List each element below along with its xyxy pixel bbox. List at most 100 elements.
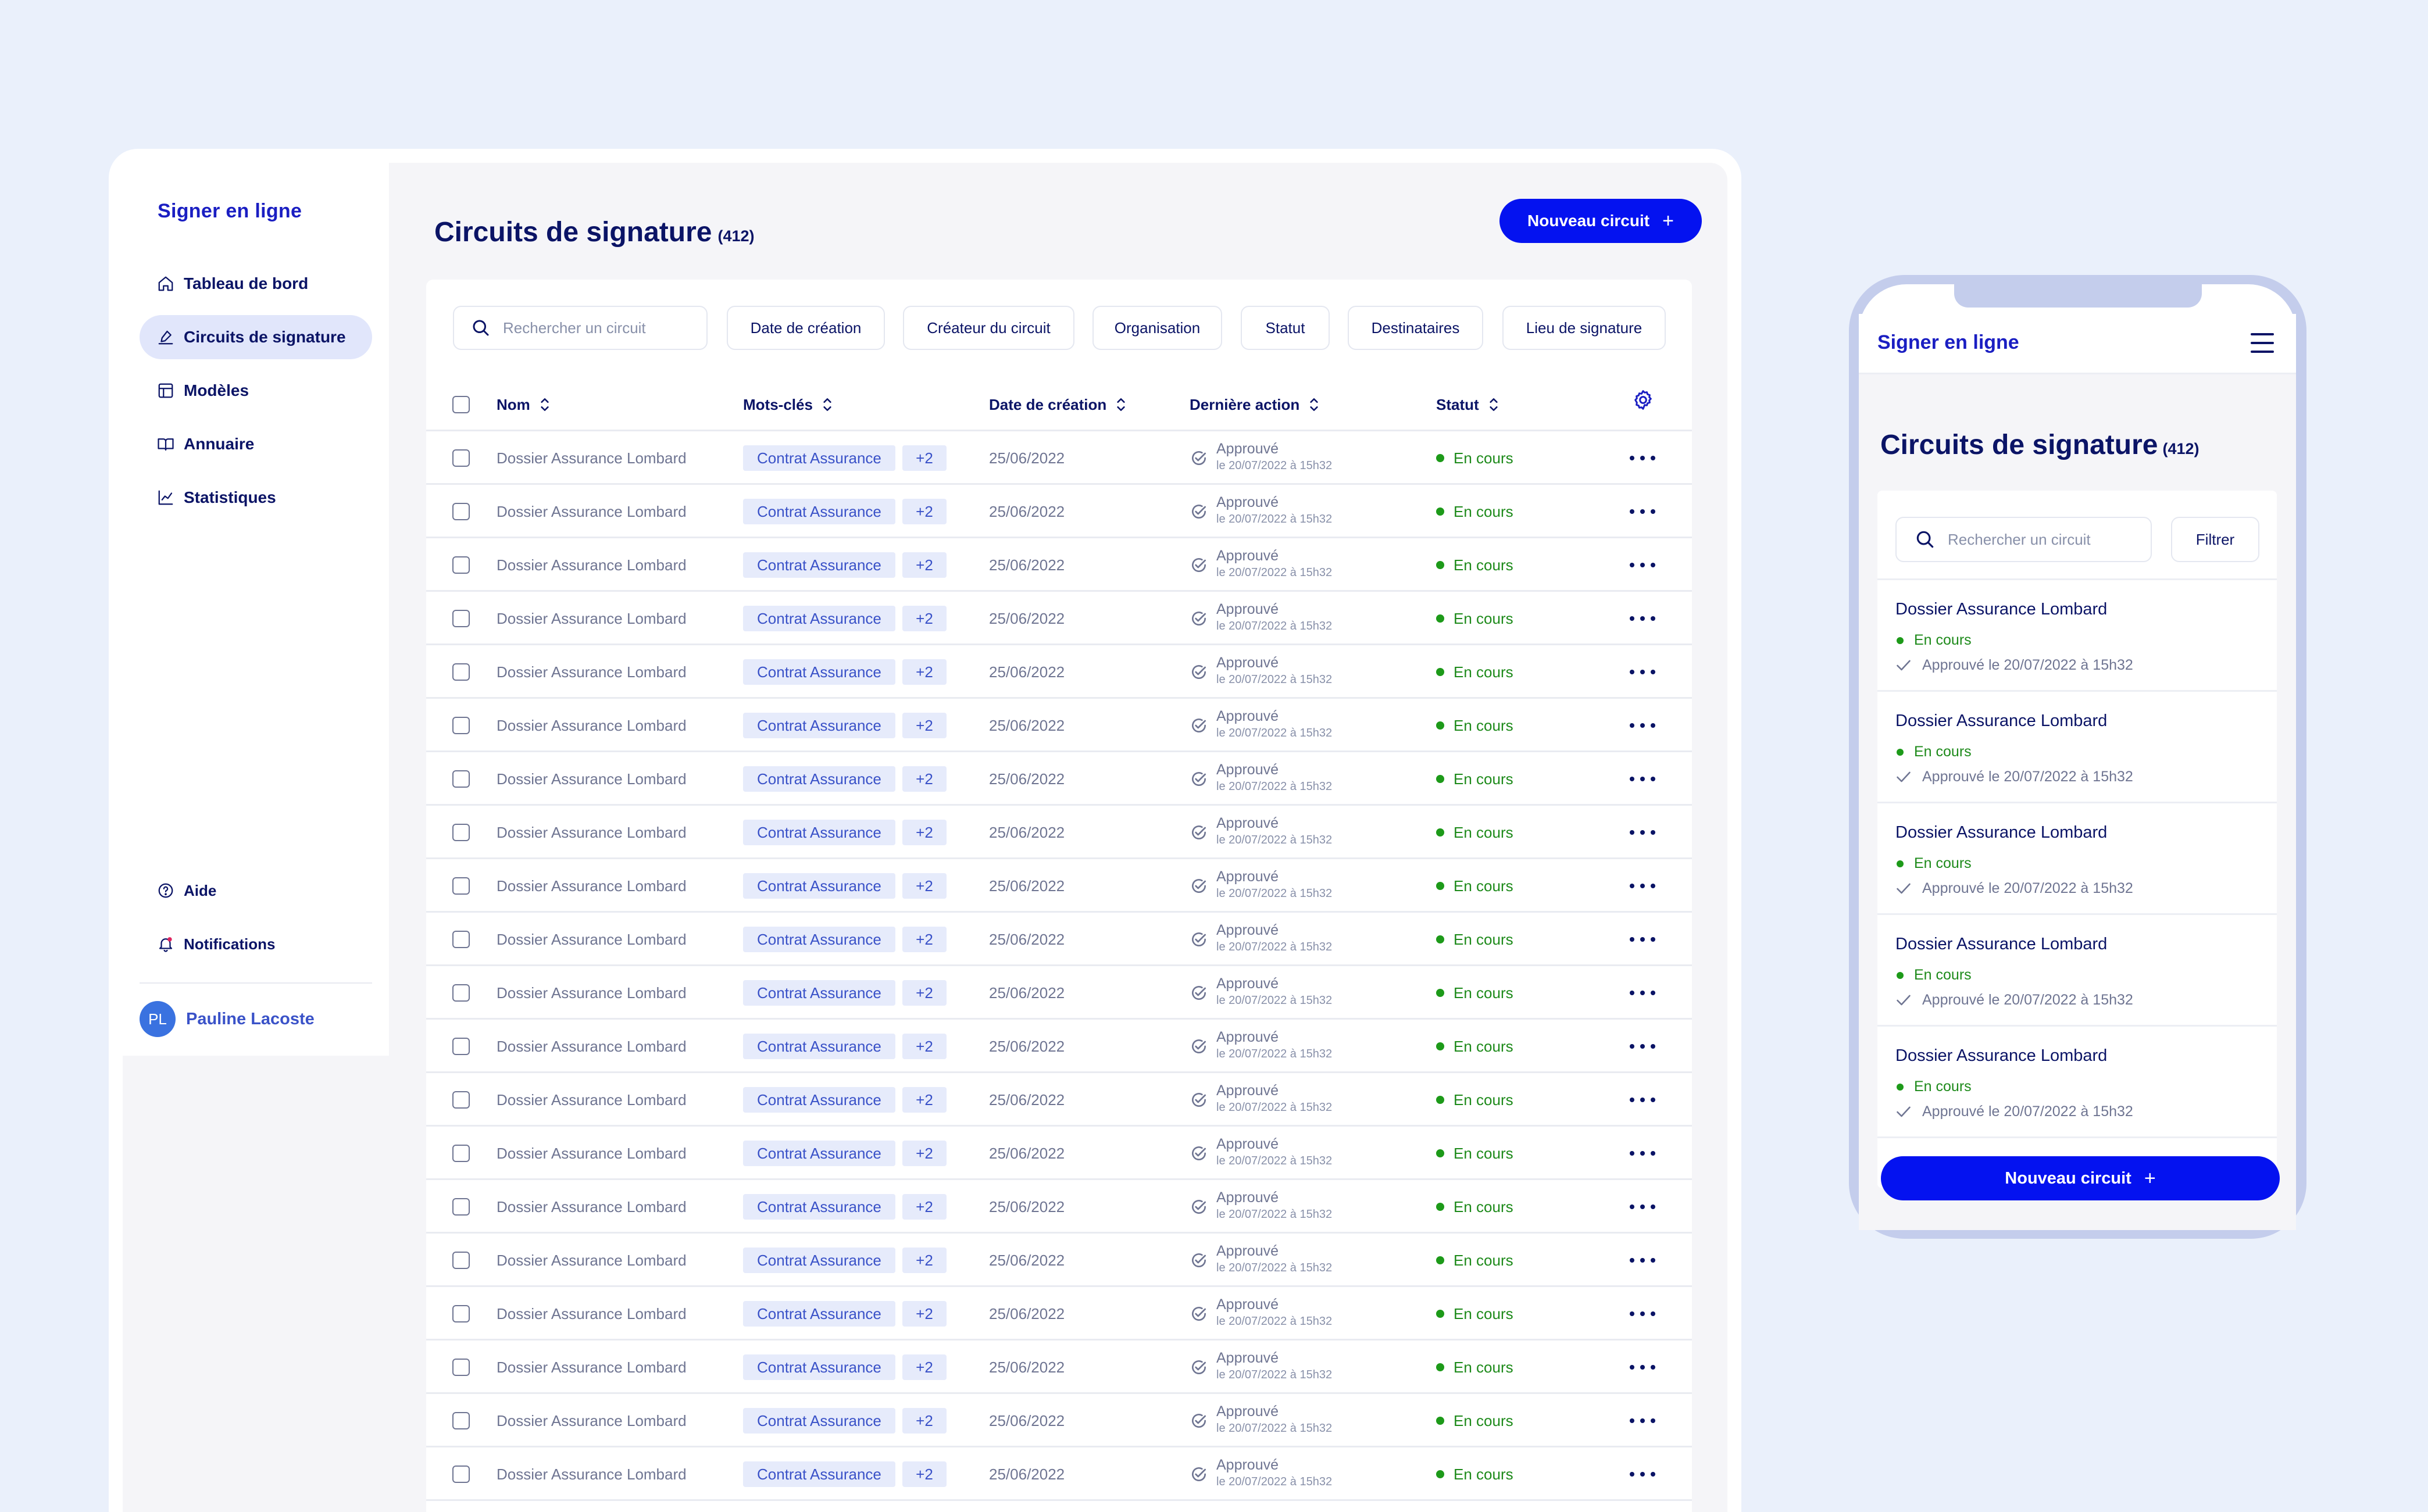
table-row[interactable]: Dossier Assurance Lombard Contrat Assuran… xyxy=(426,1447,1692,1501)
row-checkbox[interactable] xyxy=(452,1305,470,1322)
keyword-tag-more[interactable]: +2 xyxy=(902,1461,947,1487)
column-header-keywords[interactable]: Mots-clés xyxy=(743,378,835,431)
table-row[interactable]: Dossier Assurance Lombard Contrat Assuran… xyxy=(426,966,1692,1020)
row-more-actions-icon[interactable] xyxy=(1630,609,1655,628)
row-checkbox[interactable] xyxy=(452,1465,470,1483)
row-checkbox[interactable] xyxy=(452,1252,470,1269)
table-row[interactable]: Dossier Assurance Lombard Contrat Assuran… xyxy=(426,752,1692,806)
keyword-tag-more[interactable]: +2 xyxy=(902,659,947,685)
table-row[interactable]: Dossier Assurance Lombard Contrat Assuran… xyxy=(426,1234,1692,1287)
table-row[interactable]: Dossier Assurance Lombard Contrat Assuran… xyxy=(426,1073,1692,1127)
row-more-actions-icon[interactable] xyxy=(1630,1144,1655,1163)
keyword-tag-more[interactable]: +2 xyxy=(902,873,947,899)
table-row[interactable]: Dossier Assurance Lombard Contrat Assuran… xyxy=(426,592,1692,645)
row-more-actions-icon[interactable] xyxy=(1630,449,1655,467)
table-row[interactable]: Dossier Assurance Lombard Contrat Assuran… xyxy=(426,1020,1692,1073)
mobile-new-circuit-button[interactable]: Nouveau circuit + xyxy=(1881,1156,2280,1200)
row-checkbox[interactable] xyxy=(452,610,470,627)
row-more-actions-icon[interactable] xyxy=(1630,770,1655,788)
row-checkbox[interactable] xyxy=(452,1198,470,1216)
keyword-tag-more[interactable]: +2 xyxy=(902,1354,947,1380)
keyword-tag-more[interactable]: +2 xyxy=(902,499,947,524)
table-row[interactable]: Dossier Assurance Lombard Contrat Assuran… xyxy=(426,859,1692,913)
row-more-actions-icon[interactable] xyxy=(1630,930,1655,949)
row-more-actions-icon[interactable] xyxy=(1630,984,1655,1002)
mobile-app-brand[interactable]: Signer en ligne xyxy=(1877,331,2019,354)
sidebar-item-directory[interactable]: Annuaire xyxy=(140,422,372,466)
mobile-filter-button[interactable]: Filtrer xyxy=(2171,517,2259,562)
table-row[interactable]: Dossier Assurance Lombard Contrat Assuran… xyxy=(426,1394,1692,1447)
column-header-last-action[interactable]: Dernière action xyxy=(1190,378,1322,431)
list-item[interactable]: Dossier Assurance LombardEn coursApprouv… xyxy=(1877,578,2277,690)
sidebar-item-statistics[interactable]: Statistiques xyxy=(140,476,372,520)
table-row[interactable]: Dossier Assurance Lombard Contrat Assuran… xyxy=(426,913,1692,966)
keyword-tag-more[interactable]: +2 xyxy=(902,1087,947,1113)
row-more-actions-icon[interactable] xyxy=(1630,1251,1655,1270)
mobile-search-input[interactable]: Rechercher un circuit xyxy=(1895,517,2152,562)
row-more-actions-icon[interactable] xyxy=(1630,1411,1655,1430)
table-row[interactable]: Dossier Assurance Lombard Contrat Assuran… xyxy=(426,1341,1692,1394)
filter-status[interactable]: Statut xyxy=(1241,306,1330,350)
sidebar-item-templates[interactable]: Modèles xyxy=(140,369,372,413)
row-checkbox[interactable] xyxy=(452,503,470,520)
keyword-tag-more[interactable]: +2 xyxy=(902,1248,947,1273)
keyword-tag-more[interactable]: +2 xyxy=(902,606,947,631)
table-row[interactable]: Dossier Assurance Lombard Contrat Assuran… xyxy=(426,1127,1692,1180)
keyword-tag-more[interactable]: +2 xyxy=(902,1034,947,1059)
row-checkbox[interactable] xyxy=(452,449,470,467)
list-item[interactable]: Dossier Assurance LombardEn coursApprouv… xyxy=(1877,802,2277,913)
table-row[interactable]: Dossier Assurance Lombard Contrat Assuran… xyxy=(426,699,1692,752)
new-circuit-button[interactable]: Nouveau circuit + xyxy=(1499,199,1702,243)
keyword-tag-more[interactable]: +2 xyxy=(902,1301,947,1327)
row-checkbox[interactable] xyxy=(452,770,470,788)
sidebar-item-signature-circuits[interactable]: Circuits de signature xyxy=(140,315,372,359)
sidebar-item-help[interactable]: Aide xyxy=(140,868,372,913)
filter-organisation[interactable]: Organisation xyxy=(1092,306,1222,350)
row-checkbox[interactable] xyxy=(452,1412,470,1429)
row-checkbox[interactable] xyxy=(452,663,470,681)
row-more-actions-icon[interactable] xyxy=(1630,556,1655,574)
row-checkbox[interactable] xyxy=(452,984,470,1002)
user-profile[interactable]: PL Pauline Lacoste xyxy=(140,1001,315,1037)
hamburger-menu-icon[interactable] xyxy=(2251,333,2274,353)
table-row[interactable]: Dossier Assurance Lombard Contrat Assuran… xyxy=(426,645,1692,699)
row-more-actions-icon[interactable] xyxy=(1630,1358,1655,1377)
row-checkbox[interactable] xyxy=(452,824,470,841)
filter-recipients[interactable]: Destinataires xyxy=(1348,306,1483,350)
list-item[interactable]: Dossier Assurance LombardEn coursApprouv… xyxy=(1877,913,2277,1025)
search-input[interactable]: Rechercher un circuit xyxy=(453,306,708,350)
row-checkbox[interactable] xyxy=(452,1359,470,1376)
row-more-actions-icon[interactable] xyxy=(1630,823,1655,842)
table-row[interactable]: Dossier Assurance Lombard Contrat Assuran… xyxy=(426,1287,1692,1341)
table-row[interactable]: Dossier Assurance Lombard Contrat Assuran… xyxy=(426,431,1692,485)
table-row[interactable]: Dossier Assurance Lombard Contrat Assuran… xyxy=(426,1180,1692,1234)
keyword-tag-more[interactable]: +2 xyxy=(902,980,947,1006)
keyword-tag-more[interactable]: +2 xyxy=(902,1141,947,1166)
column-header-name[interactable]: Nom xyxy=(497,378,552,431)
table-row[interactable]: Dossier Assurance Lombard Contrat Assuran… xyxy=(426,538,1692,592)
keyword-tag-more[interactable]: +2 xyxy=(902,766,947,792)
keyword-tag-more[interactable]: +2 xyxy=(902,445,947,471)
app-brand[interactable]: Signer en ligne xyxy=(158,200,302,223)
row-checkbox[interactable] xyxy=(452,717,470,734)
row-more-actions-icon[interactable] xyxy=(1630,716,1655,735)
row-more-actions-icon[interactable] xyxy=(1630,1465,1655,1484)
table-row[interactable]: Dossier Assurance Lombard Contrat Assuran… xyxy=(426,806,1692,859)
row-more-actions-icon[interactable] xyxy=(1630,1091,1655,1109)
row-checkbox[interactable] xyxy=(452,556,470,574)
row-more-actions-icon[interactable] xyxy=(1630,877,1655,895)
row-checkbox[interactable] xyxy=(452,1038,470,1055)
list-item[interactable]: Dossier Assurance LombardEn coursApprouv… xyxy=(1877,690,2277,802)
keyword-tag-more[interactable]: +2 xyxy=(902,713,947,738)
row-more-actions-icon[interactable] xyxy=(1630,1304,1655,1323)
filter-creation-date[interactable]: Date de création xyxy=(727,306,885,350)
keyword-tag-more[interactable]: +2 xyxy=(902,552,947,578)
row-more-actions-icon[interactable] xyxy=(1630,1037,1655,1056)
list-item[interactable]: Dossier Assurance LombardEn coursApprouv… xyxy=(1877,1136,2277,1139)
keyword-tag-more[interactable]: +2 xyxy=(902,820,947,845)
table-row[interactable]: Dossier Assurance Lombard Contrat Assuran… xyxy=(426,485,1692,538)
filter-signature-place[interactable]: Lieu de signature xyxy=(1502,306,1666,350)
column-header-creation-date[interactable]: Date de création xyxy=(989,378,1129,431)
row-more-actions-icon[interactable] xyxy=(1630,1198,1655,1216)
row-checkbox[interactable] xyxy=(452,1091,470,1109)
